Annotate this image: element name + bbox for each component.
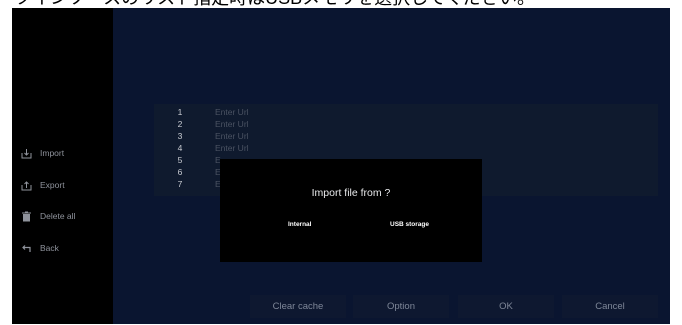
- url-entry: Enter Url: [215, 143, 249, 153]
- back-icon: [20, 242, 32, 254]
- clear-cache-button[interactable]: Clear cache: [250, 295, 346, 318]
- sidebar-item-label: Export: [40, 180, 65, 190]
- internal-button[interactable]: Internal: [288, 221, 311, 228]
- sidebar-item-export[interactable]: Export: [20, 175, 65, 195]
- sidebar-item-delete-all[interactable]: Delete all: [20, 206, 75, 226]
- import-dialog: Import file from ? Internal USB storage: [220, 159, 482, 262]
- ok-button[interactable]: OK: [458, 295, 554, 318]
- cancel-button[interactable]: Cancel: [562, 295, 658, 318]
- sidebar-item-import[interactable]: Import: [20, 143, 64, 163]
- url-index: 1: [177, 107, 183, 117]
- dialog-title: Import file from ?: [311, 187, 391, 199]
- url-index: 7: [177, 179, 183, 189]
- sidebar-item-label: Delete all: [40, 211, 76, 221]
- url-index: 5: [177, 155, 183, 165]
- url-index: 6: [177, 167, 183, 177]
- url-index: 2: [177, 119, 183, 129]
- url-entry: Enter Url: [215, 119, 249, 129]
- option-button[interactable]: Option: [353, 295, 449, 318]
- export-icon: [20, 179, 32, 191]
- url-entry: Enter Url: [215, 107, 249, 117]
- url-index: 4: [177, 143, 183, 153]
- sidebar-item-back[interactable]: Back: [20, 238, 59, 258]
- sidebar-item-label: Import: [40, 148, 65, 158]
- import-icon: [20, 147, 32, 159]
- url-index: 3: [177, 131, 183, 141]
- sidebar: Import Export Delete all Back: [12, 8, 113, 324]
- usb-storage-button[interactable]: USB storage: [390, 221, 429, 228]
- url-entry: Enter Url: [215, 131, 249, 141]
- sidebar-item-label: Back: [40, 243, 59, 253]
- app-screen: Import Export Delete all Back 1 Enter Ur…: [12, 8, 670, 324]
- trash-icon: [20, 210, 32, 222]
- instruction-caption: ツインソースのリスト指定時はUSBメモリを選択してください。: [14, 0, 534, 8]
